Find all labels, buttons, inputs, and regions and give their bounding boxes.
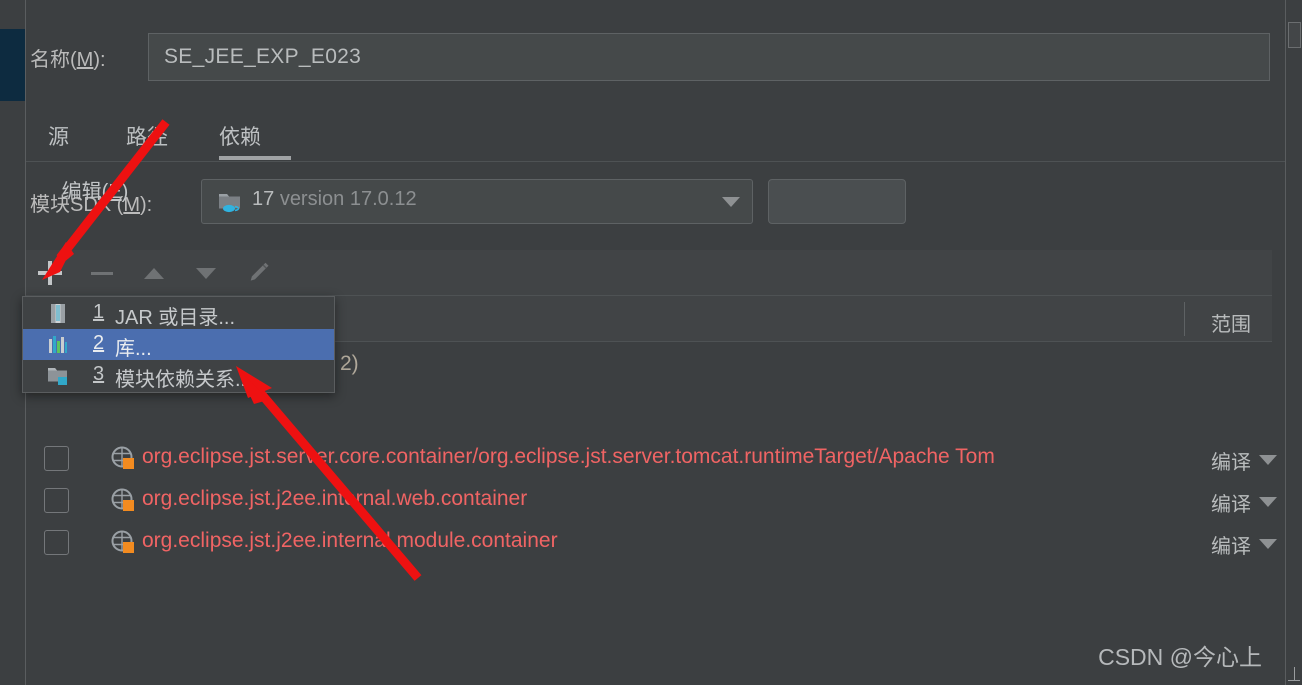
row-export-checkbox[interactable]: [44, 530, 69, 555]
edit-sdk-button[interactable]: [768, 179, 906, 224]
module-name-row: 名称(M): SE_JEE_EXP_E023: [26, 25, 1286, 91]
row-scope-value[interactable]: 编译: [1211, 488, 1251, 517]
jar-archive-icon: [51, 304, 65, 323]
table-row[interactable]: org.eclipse.jst.server.core.container/or…: [26, 437, 1277, 479]
right-rail: [1285, 0, 1302, 685]
globe-error-icon: [111, 530, 134, 553]
menu-item-jar-or-directory[interactable]: 1 JAR 或目录...: [23, 298, 334, 329]
header-column-divider: [1184, 302, 1185, 336]
row-dependency-name: org.eclipse.jst.j2ee.internal.module.con…: [142, 529, 558, 552]
tab-paths[interactable]: 路径: [126, 121, 168, 151]
remove-dependency-button[interactable]: [88, 259, 116, 287]
java-sdk-folder-icon: [219, 194, 240, 213]
header-scope[interactable]: 范围: [1211, 308, 1251, 337]
row-export-checkbox[interactable]: [44, 446, 69, 471]
row-scope-chevron-down-icon[interactable]: [1259, 455, 1277, 465]
active-tab-indicator: [219, 156, 291, 160]
row-dependency-name: org.eclipse.jst.j2ee.internal.web.contai…: [142, 487, 528, 510]
menu-item-number: 1: [93, 301, 105, 323]
menu-item-library[interactable]: 2 库...: [23, 329, 334, 360]
menu-item-label: 库...: [115, 338, 152, 360]
left-rail-selected-item[interactable]: [0, 29, 25, 101]
module-name-label: 名称(M):: [30, 49, 106, 71]
dependencies-toolbar: [26, 250, 1272, 296]
move-dependency-down-button[interactable]: [192, 259, 220, 287]
table-row[interactable]: org.eclipse.jst.j2ee.internal.module.con…: [26, 521, 1277, 563]
row-dependency-name: org.eclipse.jst.server.core.container/or…: [142, 445, 995, 468]
row-scope-value[interactable]: 编译: [1211, 530, 1251, 559]
menu-item-number: 2: [93, 332, 105, 354]
add-dependency-button[interactable]: [36, 259, 64, 287]
right-rail-tool-tab[interactable]: [1288, 22, 1301, 48]
module-sdk-row: 模块SDK (M): 17 version 17.0.12 编辑(E): [26, 165, 1286, 250]
row-scope-chevron-down-icon[interactable]: [1259, 497, 1277, 507]
library-icon: [49, 336, 67, 353]
menu-item-number: 3: [93, 363, 105, 385]
tab-bar-divider: [26, 161, 1286, 162]
move-dependency-up-button[interactable]: [140, 259, 168, 287]
row-export-checkbox[interactable]: [44, 488, 69, 513]
menu-item-label: 模块依赖关系...: [115, 369, 252, 391]
occluded-row-text-fragment: 2): [340, 352, 359, 375]
row-scope-value[interactable]: 编译: [1211, 446, 1251, 475]
right-rail-marker-stem: [1294, 667, 1295, 681]
menu-item-module-dependency[interactable]: 3 模块依赖关系...: [23, 360, 334, 391]
chevron-down-icon[interactable]: [722, 197, 740, 207]
table-row[interactable]: org.eclipse.jst.j2ee.internal.web.contai…: [26, 479, 1277, 521]
globe-error-icon: [111, 446, 134, 469]
menu-item-label: JAR 或目录...: [115, 307, 236, 329]
tab-dependencies[interactable]: 依赖: [219, 121, 261, 151]
edit-dependency-pencil-icon[interactable]: [244, 259, 272, 287]
watermark: CSDN @今心上: [1098, 644, 1262, 670]
module-folder-icon: [48, 368, 67, 385]
row-scope-chevron-down-icon[interactable]: [1259, 539, 1277, 549]
tab-source[interactable]: 源: [48, 121, 69, 151]
settings-tab-bar: 源 路径 依赖: [26, 113, 1286, 162]
module-name-value[interactable]: SE_JEE_EXP_E023: [164, 45, 361, 69]
globe-error-icon: [111, 488, 134, 511]
module-sdk-value: 17 version 17.0.12: [252, 188, 417, 210]
add-dependency-popup-menu: 1 JAR 或目录... 2 库... 3 模块依赖关系...: [22, 296, 335, 393]
edit-sdk-button-label: 编辑(E): [61, 181, 129, 203]
